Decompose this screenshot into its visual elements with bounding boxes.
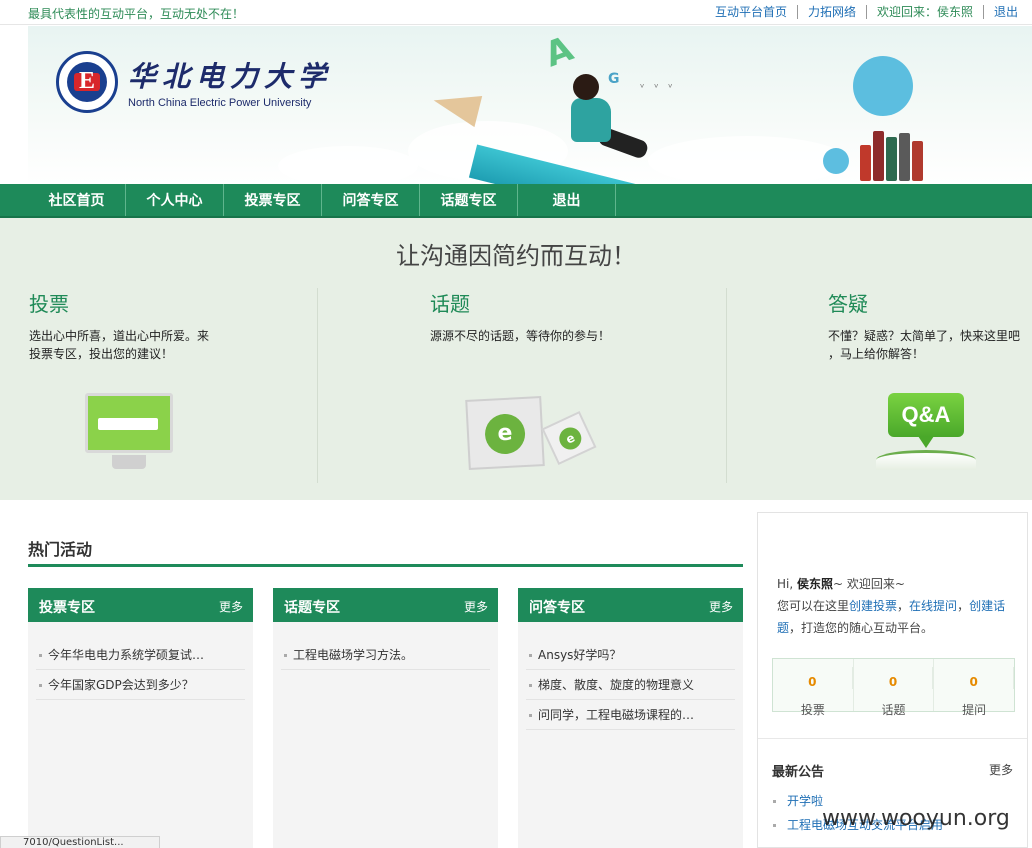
- monitor-icon[interactable]: [85, 393, 173, 453]
- separator-text: ，: [897, 599, 910, 613]
- stat-topics-count: 0: [854, 667, 934, 689]
- watermark: www.wooyun.org: [822, 806, 1010, 831]
- vote-panel-more-link[interactable]: 更多: [219, 598, 243, 615]
- stat-questions-count: 0: [934, 667, 1015, 689]
- topic-feature-desc: 源源不尽的话题，等待你的参与！: [430, 329, 611, 343]
- ask-online-link[interactable]: 在线提问: [909, 599, 957, 613]
- letter-a-decoration: A: [539, 28, 579, 76]
- notice-more-link[interactable]: 更多: [989, 761, 1013, 778]
- lituo-network-link[interactable]: 力拓网络: [798, 5, 867, 19]
- top-links: 互动平台首页 力拓网络 欢迎回来：侯东照 退出: [705, 5, 1018, 19]
- vote-feature-desc-1: 选出心中所喜，道出心中所爱。来: [29, 329, 210, 343]
- separator-text: ，: [957, 599, 970, 613]
- browser-status-bar: 7010/QuestionList...: [0, 836, 160, 848]
- qa-bubble-tail: [918, 436, 934, 448]
- intro-section: 让沟通因简约而互动！ 投票 选出心中所喜，道出心中所爱。来 投票专区，投出您的建…: [0, 218, 1032, 500]
- top-bar: 最具代表性的互动平台，互动无处不在！ 互动平台首页 力拓网络 欢迎回来：侯东照 …: [0, 0, 1032, 25]
- university-name-cn: 华北电力大学: [128, 60, 333, 93]
- greeting-hi: Hi,: [777, 577, 794, 591]
- topic-card-icon[interactable]: e: [465, 396, 545, 470]
- header-banner: E 华北电力大学 North China Electric Power Univ…: [28, 26, 1032, 184]
- qa-feature-desc-2: ，马上给你解答！: [828, 347, 925, 361]
- vote-feature-title[interactable]: 投票: [29, 288, 229, 317]
- vote-feature-desc-2: 投票专区，投出您的建议！: [29, 347, 174, 361]
- stat-topics[interactable]: 0 话题: [854, 659, 935, 717]
- child-illustration: [571, 98, 611, 142]
- qa-feature-title[interactable]: 答疑: [828, 288, 1028, 317]
- university-logo[interactable]: E 华北电力大学 North China Electric Power Univ…: [56, 51, 332, 113]
- nav-vote-zone[interactable]: 投票专区: [224, 184, 322, 216]
- site-slogan: 最具代表性的互动平台，互动无处不在！: [28, 7, 245, 21]
- stat-votes-label: 投票: [800, 703, 825, 717]
- open-book-icon: [876, 450, 976, 470]
- nav-community-home[interactable]: 社区首页: [28, 184, 126, 216]
- pencil-tip-illustration: [429, 84, 483, 128]
- nav-topic-zone[interactable]: 话题专区: [420, 184, 518, 216]
- birds-decoration: ᵛ ᵛ ᵛ: [640, 81, 676, 94]
- qa-bubble-icon[interactable]: Q&A: [888, 393, 964, 437]
- create-vote-link[interactable]: 创建投票: [849, 599, 897, 613]
- university-emblem-icon: E: [56, 51, 118, 113]
- greeting-prefix: 您可以在这里: [777, 599, 850, 613]
- qa-panel-more-link[interactable]: 更多: [709, 598, 733, 615]
- nav-personal-center[interactable]: 个人中心: [126, 184, 224, 216]
- stat-questions-label: 提问: [962, 703, 987, 717]
- nav-logout[interactable]: 退出: [518, 184, 616, 216]
- pinwheel-small-icon: [823, 148, 849, 174]
- stat-votes-count: 0: [773, 667, 853, 689]
- divider: [758, 738, 1027, 739]
- hot-activities-underline: [28, 564, 743, 567]
- intro-headline: 让沟通因简约而互动！: [396, 242, 636, 270]
- university-name-en: North China Electric Power University: [128, 97, 312, 109]
- topic-panel-title: 话题专区: [284, 600, 340, 616]
- vote-panel-title: 投票专区: [39, 600, 95, 616]
- platform-home-link[interactable]: 互动平台首页: [705, 5, 798, 19]
- list-item[interactable]: 今年国家GDP会达到多少？: [36, 670, 245, 700]
- user-sidebar: Hi, 侯东照~ 欢迎回来~ 您可以在这里创建投票，在线提问，创建话题，打造您的…: [757, 512, 1028, 848]
- qa-feature-desc-1: 不懂？疑惑？太简单了，快来这里吧: [828, 329, 1021, 343]
- qa-panel: 问答专区 更多 Ansys好学吗？ 梯度、散度、旋度的物理意义 问同学，工程电磁…: [518, 588, 743, 848]
- greeting-welcome: ~ 欢迎回来~: [833, 577, 905, 591]
- list-item[interactable]: 梯度、散度、旋度的物理意义: [526, 670, 735, 700]
- vote-panel: 投票专区 更多 今年华电电力系统学硕复试… 今年国家GDP会达到多少？: [28, 588, 253, 848]
- list-item[interactable]: 工程电磁场学习方法。: [281, 640, 490, 670]
- qa-panel-title: 问答专区: [529, 600, 585, 616]
- topic-feature-title[interactable]: 话题: [430, 288, 690, 317]
- books-illustration: [860, 131, 925, 181]
- list-item[interactable]: 今年华电电力系统学硕复试…: [36, 640, 245, 670]
- notice-title: 最新公告: [772, 765, 825, 780]
- user-stats: 0 投票 0 话题 0 提问: [772, 658, 1015, 717]
- stat-questions[interactable]: 0 提问: [934, 659, 1015, 717]
- child-head-illustration: [573, 74, 599, 100]
- main-nav: 社区首页 个人中心 投票专区 问答专区 话题专区 退出: [0, 184, 1032, 218]
- nav-qa-zone[interactable]: 问答专区: [322, 184, 420, 216]
- topic-panel: 话题专区 更多 工程电磁场学习方法。: [273, 588, 498, 848]
- list-item[interactable]: 问同学，工程电磁场课程的…: [526, 700, 735, 730]
- stat-votes[interactable]: 0 投票: [773, 659, 854, 717]
- topic-panel-more-link[interactable]: 更多: [464, 598, 488, 615]
- pinwheel-large-icon: [853, 56, 913, 116]
- letter-g-decoration: G: [608, 71, 620, 87]
- list-item[interactable]: Ansys好学吗？: [526, 640, 735, 670]
- greeting-suffix: ，打造您的随心互动平台。: [789, 621, 934, 635]
- divider: [726, 288, 727, 483]
- stat-topics-label: 话题: [881, 703, 906, 717]
- logout-link[interactable]: 退出: [984, 5, 1018, 19]
- monitor-stand-icon: [112, 455, 146, 469]
- user-greeting: Hi, 侯东照~ 欢迎回来~ 您可以在这里创建投票，在线提问，创建话题，打造您的…: [777, 573, 1027, 639]
- user-name: 侯东照: [797, 577, 834, 591]
- divider: [317, 288, 318, 483]
- hot-activities-title: 热门活动: [28, 540, 93, 559]
- welcome-user-text: 欢迎回来：侯东照: [867, 5, 984, 19]
